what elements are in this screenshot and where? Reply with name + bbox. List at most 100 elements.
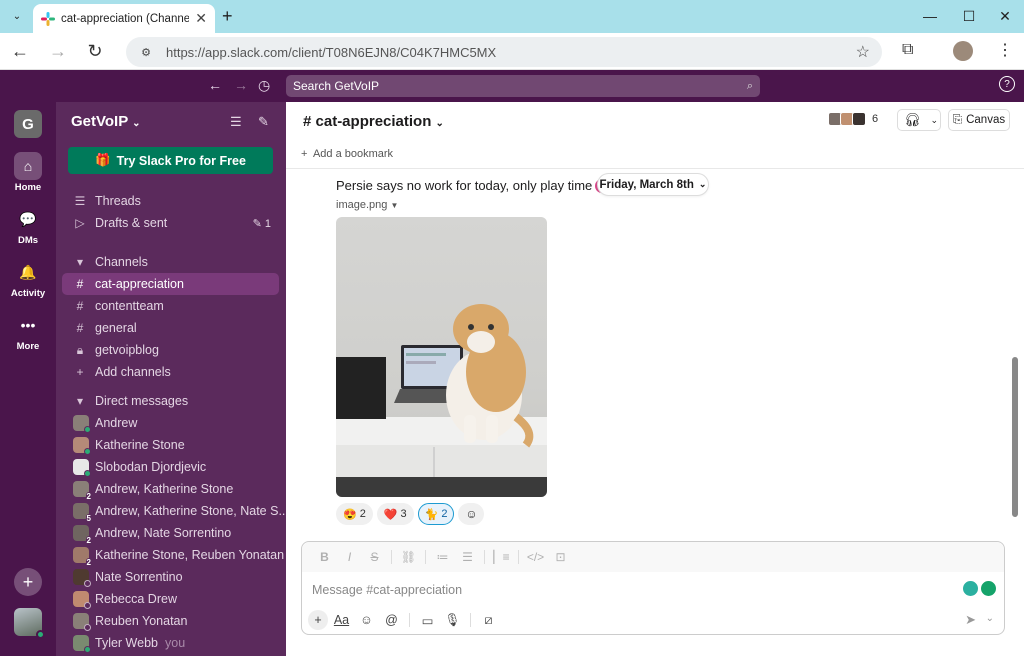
user-avatar[interactable]	[14, 608, 45, 639]
member-list-button[interactable]: 6	[828, 112, 879, 126]
attach-plus-icon[interactable]: +	[308, 610, 328, 630]
blockquote-icon[interactable]: ▏≡	[489, 550, 514, 564]
rail-home[interactable]: ⌂ Home	[0, 152, 56, 193]
workspace-name-menu[interactable]: GetVoIP ⌄	[71, 113, 141, 130]
formatting-toggle-icon[interactable]: Aa	[330, 610, 353, 630]
toolbar-divider	[470, 613, 471, 627]
slash-command-icon[interactable]: ⧄	[477, 610, 500, 630]
member-count: 6	[872, 113, 879, 125]
numbered-list-icon[interactable]: ≔	[430, 550, 455, 564]
back-icon[interactable]: ←	[9, 41, 31, 62]
search-placeholder: Search GetVoIP	[293, 79, 380, 93]
italic-icon[interactable]: I	[337, 550, 362, 564]
canvas-button[interactable]: ⎘ Canvas	[948, 109, 1010, 131]
history-clock-icon[interactable]: ◷	[258, 77, 270, 94]
site-settings-icon[interactable]: ⚙	[136, 42, 156, 62]
channel-view: # cat-appreciation ⌄ 6 🎧︎ ⌄ ⎘ Canvas + Add…	[286, 102, 1024, 656]
sidebar-dm-item[interactable]: 5 Andrew, Katherine Stone, Nate S...	[62, 500, 286, 523]
sidebar-channel-general[interactable]: # general	[62, 317, 279, 339]
history-forward-icon[interactable]: →	[234, 77, 248, 93]
address-bar[interactable]: ⚙ https://app.slack.com/client/T08N6EJN8…	[126, 37, 882, 67]
workspace-switcher[interactable]: G	[14, 110, 42, 138]
sidebar-channel-contentteam[interactable]: # contentteam	[62, 295, 279, 317]
bookmark-star-icon[interactable]: ☆	[856, 42, 870, 62]
date-divider-button[interactable]: Friday, March 8th ⌄	[597, 173, 709, 196]
maximize-icon[interactable]: ☐	[960, 8, 978, 25]
sidebar-dm-item[interactable]: Rebecca Drew	[62, 588, 279, 610]
browser-tab[interactable]: cat-appreciation (Channel) ✕	[33, 4, 215, 33]
profile-avatar[interactable]	[953, 41, 973, 61]
rail-dms[interactable]: 💬 DMs	[0, 205, 56, 247]
reaction-heart-eyes[interactable]: 😍 2	[336, 503, 373, 525]
sidebar-dm-item[interactable]: Reuben Yonatan	[62, 610, 279, 632]
reaction-cat[interactable]: 🐈 2	[417, 503, 455, 525]
sidebar-dm-item[interactable]: 2 Andrew, Katherine Stone	[62, 478, 279, 501]
filter-icon[interactable]: ☰	[230, 114, 242, 130]
add-reaction-icon[interactable]: ☺	[458, 503, 485, 525]
url-text[interactable]: https://app.slack.com/client/T08N6EJN8/C…	[166, 45, 496, 60]
dm-section-toggle[interactable]: ▾ Direct messages	[62, 390, 279, 412]
new-tab-icon[interactable]: +	[222, 6, 233, 27]
rail-more[interactable]: ••• More	[0, 311, 56, 352]
sidebar-channel-cat-appreciation[interactable]: # cat-appreciation	[62, 273, 279, 295]
send-icon[interactable]: ➤	[965, 612, 976, 628]
minimize-icon[interactable]: —	[921, 8, 939, 24]
close-tab-icon[interactable]: ✕	[195, 10, 207, 27]
forward-icon[interactable]: →	[47, 41, 69, 62]
message-scrollbar[interactable]	[1012, 357, 1018, 517]
help-icon[interactable]: ?	[999, 76, 1015, 92]
add-channels-button[interactable]: + Add channels	[62, 361, 279, 383]
history-back-icon[interactable]: ←	[208, 77, 222, 93]
slack-top-bar: ← → ◷ Search GetVoIP ⌕ ?	[0, 70, 1024, 102]
bold-icon[interactable]: B	[312, 550, 337, 564]
video-clip-icon[interactable]: ▭	[416, 610, 439, 630]
compose-icon[interactable]: ✎	[258, 114, 269, 130]
chevron-down-icon[interactable]: ⌄	[931, 115, 939, 126]
sidebar-channel-getvoipblog[interactable]: 🔒︎ getvoipblog	[62, 339, 279, 361]
channels-section-toggle[interactable]: ▾ Channels	[62, 251, 279, 273]
file-name-toggle[interactable]: image.png ▼	[336, 199, 398, 211]
browser-menu-icon[interactable]: ⋮	[997, 40, 1013, 60]
sidebar-dm-item[interactable]: Tyler Webb you	[62, 632, 279, 654]
sidebar-item-drafts[interactable]: ▷ Drafts & sent ✎ 1	[62, 212, 279, 234]
link-icon[interactable]: ⛓	[396, 550, 421, 564]
code-icon[interactable]: </>	[523, 550, 548, 564]
strikethrough-icon[interactable]: S	[362, 550, 387, 564]
code-block-icon[interactable]: ⊡	[548, 550, 573, 564]
add-bookmark-button[interactable]: + Add a bookmark	[301, 148, 393, 160]
sidebar-dm-item[interactable]: Nate Sorrentino	[62, 566, 279, 588]
reaction-heart[interactable]: ❤️ 3	[376, 503, 414, 525]
rail-activity[interactable]: 🔔 Activity	[0, 258, 56, 300]
channel-label: cat-appreciation	[95, 277, 184, 291]
add-workspace-button[interactable]: +	[14, 568, 42, 596]
dm-avatar	[73, 415, 91, 433]
sidebar-dm-item[interactable]: Katherine Stone	[62, 434, 279, 456]
sidebar-dm-item[interactable]: 2 Katherine Stone, Reuben Yonatan	[62, 544, 284, 567]
hash-icon: #	[76, 277, 84, 291]
search-input[interactable]: Search GetVoIP ⌕	[286, 75, 760, 97]
caret-down-icon: ▾	[76, 394, 84, 408]
reload-icon[interactable]: ↻	[84, 41, 106, 62]
sidebar-item-threads[interactable]: ☰ Threads	[62, 190, 279, 212]
bulleted-list-icon[interactable]: ☰	[455, 550, 480, 564]
sidebar-dm-item[interactable]: 2 Andrew, Nate Sorrentino	[62, 522, 279, 545]
sidebar-dm-item[interactable]: Andrew	[62, 412, 279, 434]
tab-search-chevron-icon[interactable]: ⌄	[8, 7, 26, 25]
emoji-icon[interactable]: ☺	[355, 610, 378, 630]
grammarly-widget[interactable]	[963, 581, 996, 596]
channel-title-menu[interactable]: # cat-appreciation ⌄	[303, 113, 444, 130]
schedule-chevron-icon[interactable]: ⌄	[986, 613, 994, 624]
threads-icon: ☰	[74, 194, 86, 208]
dm-avatar: 5	[73, 503, 92, 523]
caret-down-icon: ▾	[76, 255, 84, 269]
try-pro-button[interactable]: 🎁 Try Slack Pro for Free	[68, 147, 273, 174]
sidebar-dm-item[interactable]: Slobodan Djordjevic	[62, 456, 279, 478]
cat-photo[interactable]	[336, 217, 547, 497]
microphone-icon[interactable]: 🎙︎	[441, 610, 464, 630]
message-input[interactable]: Message #cat-appreciation	[312, 583, 462, 597]
huddle-button[interactable]: 🎧︎ ⌄	[897, 109, 941, 131]
mention-icon[interactable]: @	[380, 610, 403, 630]
close-window-icon[interactable]: ✕	[996, 8, 1014, 25]
plus-icon: +	[301, 148, 308, 160]
extensions-icon[interactable]: ⧉	[902, 41, 913, 59]
